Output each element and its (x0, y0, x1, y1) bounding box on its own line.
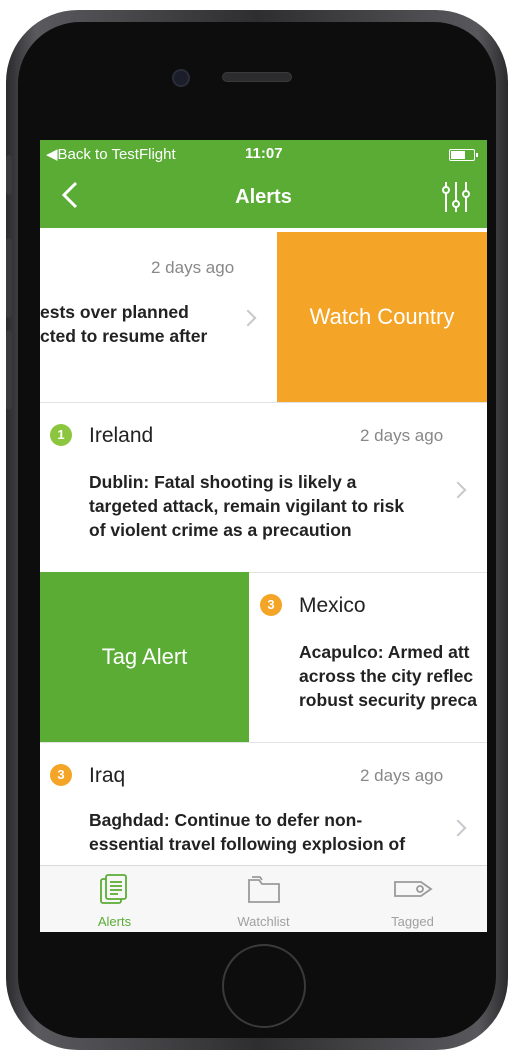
alert-row[interactable]: 3 Iraq 2 days ago Baghdad: Continue to d… (40, 742, 487, 866)
tag-alert-button[interactable]: Tag Alert (40, 572, 249, 742)
headline-line: essential travel following explosion of (89, 834, 406, 854)
status-bar: ◀Back to TestFlight 11:07 (40, 140, 487, 168)
alert-age: 2 days ago (360, 426, 444, 445)
app-screen: ◀Back to TestFlight 11:07 Alerts 2 days … (40, 140, 487, 932)
alert-row[interactable]: 2 days ago ests over planned cted to res… (40, 232, 487, 403)
home-button[interactable] (222, 944, 306, 1028)
headline-line: Acapulco: Armed att (299, 642, 470, 662)
back-to-testflight-link[interactable]: ◀Back to TestFlight (46, 145, 176, 163)
tab-alerts[interactable]: Alerts (40, 866, 189, 932)
tab-watchlist[interactable]: Watchlist (189, 866, 338, 932)
risk-level-badge: 1 (50, 424, 72, 446)
alert-headline: Baghdad: Continue to defer non- essentia… (89, 808, 459, 856)
front-camera (172, 69, 190, 87)
headline-line: cted to resume after (40, 326, 208, 346)
alert-row[interactable]: 1 Ireland 2 days ago Dublin: Fatal shoot… (40, 402, 487, 573)
headline-line: across the city reflec (299, 666, 474, 686)
headline-line: of violent crime as a precaution (89, 520, 352, 540)
tab-label: Alerts (97, 914, 132, 929)
tab-label: Tagged (391, 914, 434, 929)
alert-country: Mexico (299, 594, 366, 617)
tab-label: Watchlist (237, 914, 290, 929)
alert-country: Iraq (89, 764, 126, 787)
earpiece-speaker (222, 72, 292, 82)
headline-line: targeted attack, remain vigilant to risk (89, 496, 405, 516)
alert-headline: ests over planned cted to resume after (40, 300, 260, 348)
risk-level-badge: 3 (260, 594, 282, 616)
tag-icon (391, 872, 435, 911)
alert-row[interactable]: Tag Alert 3 Mexico Acapulco: Armed att a… (40, 572, 487, 743)
filter-sliders-icon[interactable] (441, 180, 471, 219)
headline-line: Baghdad: Continue to defer non- (89, 810, 363, 830)
alert-age: 2 days ago (360, 766, 444, 785)
page-title: Alerts (235, 186, 292, 208)
headline-line: Dublin: Fatal shooting is likely a (89, 472, 357, 492)
headline-line: robust security preca (299, 690, 477, 710)
risk-level-badge: 3 (50, 764, 72, 786)
folder-icon (246, 872, 282, 911)
volume-up-button (6, 238, 12, 318)
alert-age: 2 days ago (151, 258, 235, 277)
alert-headline: Acapulco: Armed att across the city refl… (299, 640, 487, 712)
volume-down-button (6, 330, 12, 410)
document-stack-icon (98, 872, 132, 911)
battery-icon (449, 149, 478, 161)
alert-country: Ireland (89, 424, 154, 447)
mute-switch (6, 155, 12, 195)
status-time: 11:07 (245, 145, 283, 162)
alert-headline: Dublin: Fatal shooting is likely a targe… (89, 470, 459, 542)
tab-tagged[interactable]: Tagged (338, 866, 487, 932)
tab-bar: Alerts Watchlist Tagged (40, 865, 487, 932)
headline-line: ests over planned (40, 302, 189, 322)
nav-bar: Alerts (40, 168, 487, 228)
watch-country-button[interactable]: Watch Country (277, 232, 487, 402)
